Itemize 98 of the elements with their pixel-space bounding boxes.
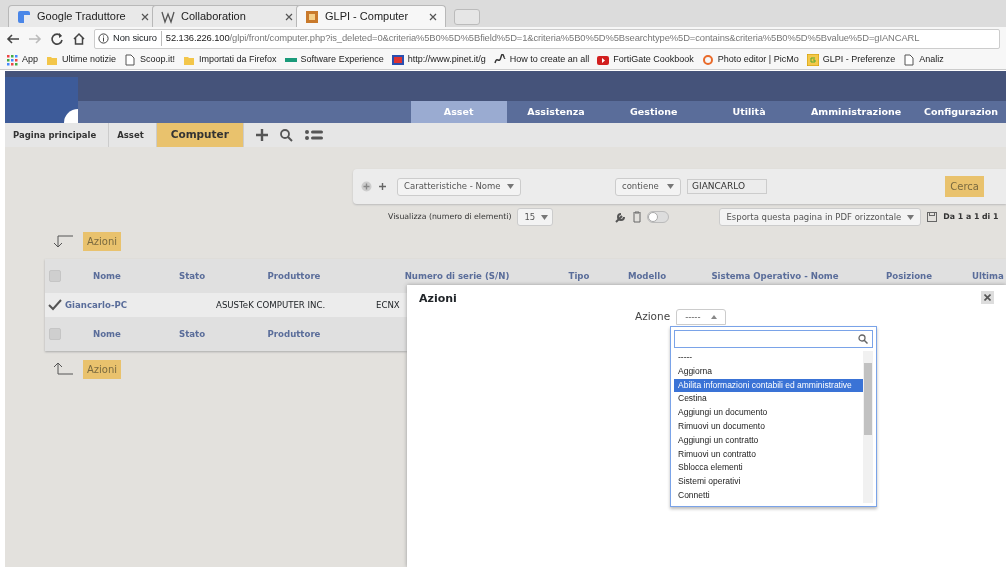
searchtype-select[interactable]: contiene — [615, 177, 681, 196]
column-header[interactable]: Produttore — [267, 270, 321, 281]
count-select[interactable]: 15 — [517, 208, 554, 226]
column-header[interactable]: Tipo — [568, 270, 590, 281]
menu-tab[interactable]: Utilità — [702, 101, 796, 123]
bookmark[interactable]: Software Experience — [284, 52, 384, 67]
bookmark[interactable]: Scoop.it! — [124, 52, 176, 67]
reload-icon[interactable] — [50, 31, 64, 46]
close-icon[interactable] — [429, 12, 437, 21]
add-group-icon[interactable] — [361, 181, 372, 192]
field-label: Azione — [635, 309, 671, 325]
modal-title: Azioni — [419, 292, 457, 305]
column-header[interactable]: Numero di serie (S/N) — [404, 270, 510, 281]
bookmark[interactable]: http://www.pinet.it/g — [391, 52, 486, 67]
list-icon[interactable] — [304, 129, 323, 141]
check-icon — [48, 299, 62, 311]
dropdown-option[interactable]: Rimuovi un documento — [674, 420, 863, 434]
table-cell: ASUSTeK COMPUTER INC. — [216, 299, 326, 310]
caret-icon — [507, 184, 514, 189]
bookmark[interactable]: How to create an all — [493, 52, 590, 67]
bookmark[interactable]: Importati da Firefox — [183, 52, 277, 67]
bookmark[interactable]: Photo editor | PicMo — [701, 52, 799, 67]
bookmark[interactable]: GLPI - Preferenze — [806, 52, 896, 67]
table-cell: ECNX — [376, 299, 400, 310]
close-button[interactable] — [981, 291, 994, 304]
column-header[interactable]: Stato — [178, 270, 206, 281]
wave-icon — [161, 9, 175, 24]
dropdown-option[interactable]: Aggiungi un contratto — [674, 433, 863, 448]
caret-icon — [667, 184, 674, 189]
info-icon — [98, 33, 109, 44]
save-icon[interactable] — [927, 212, 938, 222]
bookmark[interactable]: Analiz — [903, 52, 944, 67]
security-label: Non sicuro — [113, 31, 157, 46]
menu-tab[interactable]: Assistenza — [506, 101, 606, 123]
dropdown-option[interactable]: Aggiungi un documento — [674, 406, 863, 420]
page-icon — [124, 53, 137, 66]
plus-icon[interactable] — [255, 129, 268, 141]
column-header[interactable]: Posizione — [885, 270, 933, 281]
toggle-switch[interactable] — [647, 211, 670, 223]
arrow-down-icon — [53, 234, 73, 248]
menu-tab[interactable]: Amministrazione — [796, 101, 916, 123]
column-header[interactable]: Modello — [627, 270, 667, 281]
dropdown-option[interactable]: Aggiorna — [674, 364, 863, 379]
scrollbar[interactable] — [863, 351, 873, 503]
glpi-icon — [305, 9, 319, 24]
search-input[interactable]: GIANCARLO — [687, 179, 767, 194]
menu-tab[interactable]: Configurazion — [916, 101, 1006, 123]
close-icon — [984, 294, 991, 301]
row-link[interactable]: Giancarlo-PC — [65, 299, 128, 310]
dropdown-option[interactable]: Sistemi operativi — [674, 475, 863, 489]
caret-up-icon — [710, 315, 717, 319]
export-select[interactable]: Esporta questa pagina in PDF orizzontale — [719, 208, 922, 226]
apps-icon — [6, 53, 18, 66]
dropdown-option[interactable]: Abilita informazioni contabili ed amministrative — [674, 378, 863, 393]
column-header[interactable]: Produttore — [267, 328, 321, 339]
home-icon[interactable] — [72, 31, 86, 46]
dropdown-search-field[interactable] — [674, 330, 873, 348]
dropdown-option[interactable]: Sblocca elementi — [674, 461, 863, 476]
dropdown-option[interactable]: Cestina — [674, 392, 863, 407]
flag-icon — [391, 53, 404, 66]
caret-icon — [907, 214, 915, 220]
plus-icon[interactable] — [378, 182, 387, 191]
logo[interactable] — [5, 77, 78, 123]
play-icon — [597, 53, 610, 66]
column-header[interactable]: Ultima — [972, 270, 1004, 281]
bookmark[interactable]: FortiGate Cookbook — [597, 52, 694, 67]
browser-tab[interactable]: GLPI - Computer — [296, 5, 446, 27]
column-header[interactable]: Nome — [93, 328, 121, 339]
bookmark[interactable]: Ultime notizie — [46, 52, 117, 67]
action-select[interactable]: ----- — [676, 309, 727, 325]
wrench-icon[interactable] — [615, 211, 628, 223]
column-header[interactable]: Stato — [178, 328, 206, 339]
caret-icon — [541, 214, 549, 220]
close-icon[interactable] — [141, 12, 149, 21]
field-select[interactable]: Caratteristiche - Nome — [397, 177, 521, 196]
dropdown-option[interactable]: ----- — [674, 351, 863, 365]
page-icon — [903, 53, 916, 66]
column-header[interactable]: Sistema Operativo - Nome — [711, 270, 839, 281]
squiggle-icon — [493, 53, 506, 66]
translate-icon — [17, 9, 31, 24]
checkbox[interactable] — [49, 328, 61, 340]
column-header[interactable]: Nome — [93, 270, 121, 281]
glpi-icon — [806, 53, 819, 66]
arrow-up-icon — [53, 362, 73, 376]
back-icon[interactable] — [6, 31, 20, 46]
trash-icon[interactable] — [632, 211, 643, 223]
menu-tab[interactable]: Gestione — [605, 101, 703, 123]
dropdown-option[interactable]: Connetti — [674, 488, 863, 503]
dropdown-option[interactable]: Rimuovi un contratto — [674, 447, 863, 462]
search-icon — [858, 334, 868, 344]
address-bar[interactable]: Non sicuro 52.136.226.100/glpi/front/computer.php?is_deleted=0&criteria%5B0%5D%5Bfield%5D=1&criteria%5B0%5D%5Bsearchtype%5D=contains&criteria%5B0%5D%5Bvalue%5D=gIANCARL — [94, 28, 1000, 49]
bookmark[interactable]: App — [6, 52, 38, 67]
search-icon[interactable] — [279, 128, 293, 142]
checkbox[interactable] — [49, 270, 61, 282]
url-text: 52.136.226.100/glpi/front/computer.php?is_deleted=0&criteria%5B0%5D%5Bfield%5D=1&criteria%5B0%5D%5Bsearchtype%5D=contains&criteria%5B0%5D%5Bvalue%5D=gIANCARL — [160, 31, 920, 46]
swirl-icon — [701, 53, 714, 66]
breadcrumb-link[interactable]: Computer — [156, 123, 244, 147]
close-icon[interactable] — [285, 12, 293, 21]
